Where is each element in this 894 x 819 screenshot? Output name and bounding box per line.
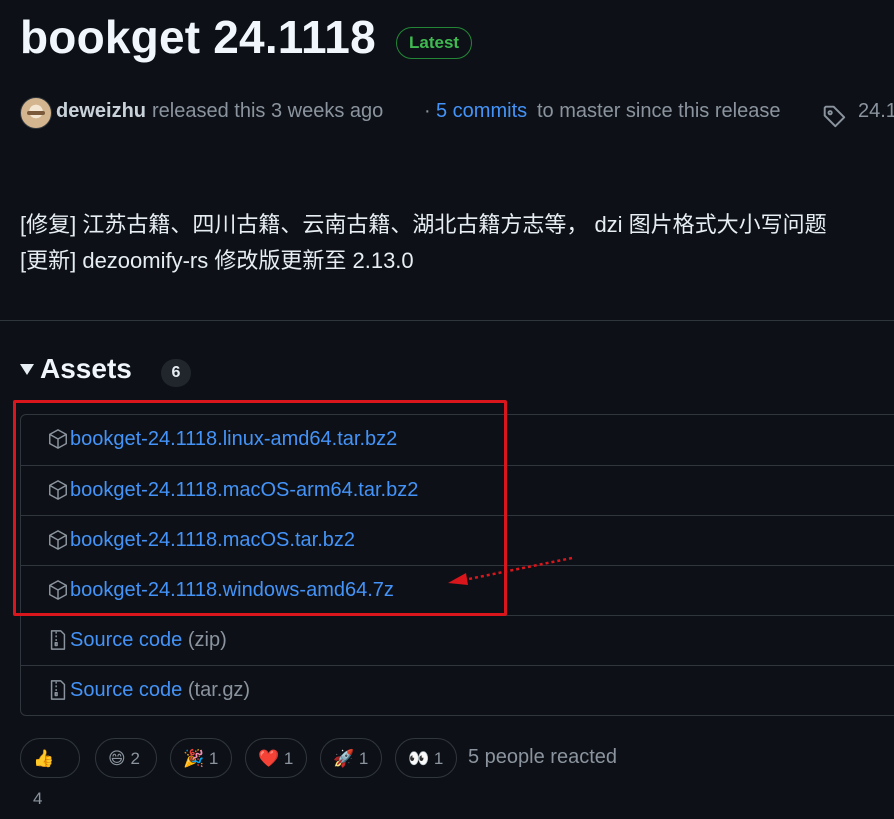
reaction-thumbs-up[interactable]: 👍 4 (20, 738, 80, 808)
separator-dot: · (424, 100, 431, 122)
reaction-eyes[interactable]: 👀 1 (395, 738, 457, 778)
divider (0, 320, 894, 321)
source-code-label: Source code (70, 679, 183, 701)
commits-suffix-text: to master since this release (537, 100, 781, 122)
asset-row-source-zip[interactable]: Source code (zip) (21, 615, 894, 665)
reaction-count: 1 (433, 749, 444, 768)
assets-toggle-icon[interactable] (20, 364, 34, 375)
reaction-rocket[interactable]: 🚀 1 (320, 738, 382, 778)
release-note-fix: [修复] 江苏古籍、四川古籍、云南古籍、湖北古籍方志等， dzi 图片格式大小写… (20, 212, 827, 237)
archive-type-label: (zip) (187, 629, 227, 651)
tag-icon (822, 104, 848, 135)
archive-type-label: (tar.gz) (187, 679, 251, 701)
laugh-icon: 😄 (108, 749, 126, 768)
released-text: released this 3 weeks ago (152, 100, 384, 122)
hooray-icon: 🎉 (183, 749, 205, 768)
reaction-heart[interactable]: ❤️ 1 (245, 738, 307, 778)
reaction-count: 1 (208, 749, 219, 768)
author-link[interactable]: deweizhu (56, 100, 146, 123)
commits-link[interactable]: 5 commits (436, 100, 527, 123)
release-note-update: [更新] dezoomify-rs 修改版更新至 2.13.0 (20, 248, 414, 273)
file-zip-icon (47, 629, 69, 656)
reaction-count: 1 (283, 749, 294, 768)
rocket-icon: 🚀 (333, 749, 355, 768)
release-title[interactable]: bookget 24.1118 (20, 10, 376, 64)
source-code-label: Source code (70, 629, 183, 651)
reacted-summary[interactable]: 5 people reacted (468, 746, 617, 769)
thumbs-up-icon: 👍 (33, 749, 55, 768)
avatar[interactable] (20, 97, 52, 129)
reaction-count: 4 (33, 789, 43, 808)
latest-badge: Latest (396, 27, 473, 59)
annotation-arrow (448, 556, 573, 585)
eyes-icon: 👀 (408, 749, 430, 768)
asset-link-source-zip[interactable]: Source code (zip) (70, 629, 227, 652)
tag-link[interactable]: 24.1 (858, 100, 894, 123)
assets-heading[interactable]: Assets (40, 353, 132, 385)
heart-icon: ❤️ (258, 749, 280, 768)
reaction-laugh[interactable]: 😄 2 (95, 738, 157, 778)
assets-count-badge: 6 (161, 359, 191, 387)
reaction-hooray[interactable]: 🎉 1 (170, 738, 232, 778)
asset-link-source-targz[interactable]: Source code (tar.gz) (70, 679, 250, 702)
annotation-highlight-box (13, 400, 507, 616)
reaction-count: 1 (358, 749, 369, 768)
asset-row-source-targz[interactable]: Source code (tar.gz) (21, 665, 894, 715)
file-zip-icon (47, 679, 69, 706)
reaction-count: 2 (130, 749, 140, 768)
